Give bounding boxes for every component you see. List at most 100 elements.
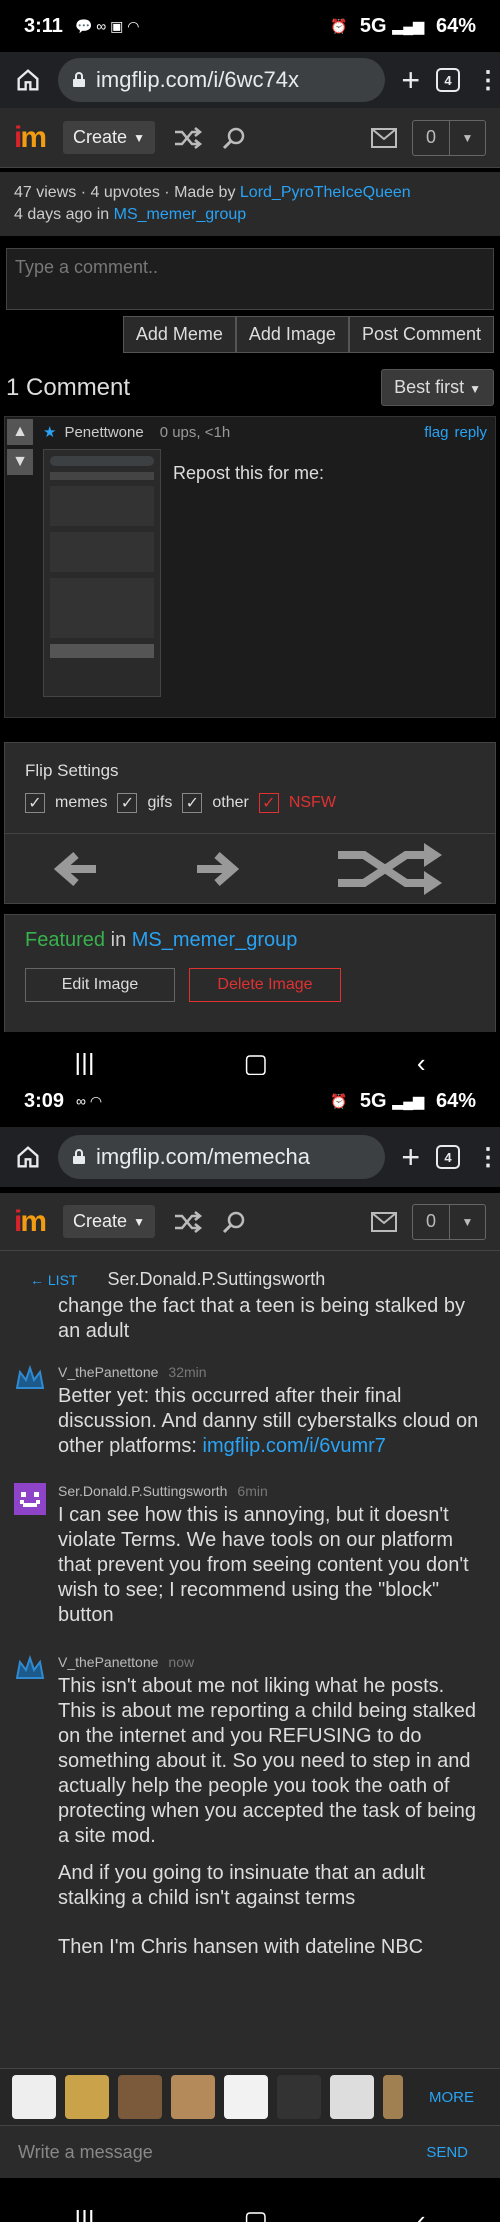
other-label: other xyxy=(212,794,249,811)
create-dropdown-2[interactable]: Create ▼ xyxy=(63,1205,155,1238)
url-field-2[interactable]: imgflip.com/memecha xyxy=(58,1135,386,1179)
previous-arrow-icon[interactable] xyxy=(53,851,98,886)
post-comment-button[interactable]: Post Comment xyxy=(348,316,494,353)
url-text: imgflip.com/i/6wc74x xyxy=(96,67,299,92)
flip-settings-panel: Flip Settings ✓ memes ✓ gifs ✓ other ✓ NSFW xyxy=(4,742,496,834)
add-meme-button[interactable]: Add Meme xyxy=(122,316,236,353)
tab-switcher-button-2[interactable]: 4 xyxy=(436,1145,460,1169)
crown-icon xyxy=(15,1654,45,1679)
upvotes-count: 4 upvotes xyxy=(90,184,160,201)
comment-screenshot-image[interactable] xyxy=(43,449,161,697)
caret-down-icon: ▼ xyxy=(449,120,485,155)
send-button[interactable]: SEND xyxy=(426,2144,468,2161)
gifs-checkbox[interactable]: ✓ xyxy=(117,793,138,813)
mail-icon[interactable] xyxy=(370,1211,398,1233)
create-label-2: Create xyxy=(73,1211,128,1231)
status-bar-2: 3:09 ∞ ◠ ⏰ 5G ▂▄▆ 64% xyxy=(0,1075,500,1127)
mail-icon[interactable] xyxy=(370,127,398,149)
author-link[interactable]: Lord_PyroTheIceQueen xyxy=(240,184,411,201)
search-icon[interactable] xyxy=(221,125,247,151)
meme-thumb-partial[interactable] xyxy=(383,2075,403,2119)
message-text: I can see how this is annoying, but it d… xyxy=(58,1504,469,1626)
meme-thumb-jesus[interactable] xyxy=(118,2075,162,2119)
message-time: 32min xyxy=(168,1364,207,1380)
home-icon[interactable] xyxy=(14,66,42,94)
message-time: 6min xyxy=(237,1483,268,1499)
message-user[interactable]: V_thePanettone xyxy=(58,1364,158,1380)
sort-dropdown[interactable]: Best first ▼ xyxy=(381,369,494,406)
featured-label: Featured xyxy=(25,929,106,951)
memes-checkbox[interactable]: ✓ xyxy=(25,793,45,813)
lock-icon xyxy=(73,1149,85,1164)
shuffle-icon[interactable] xyxy=(173,126,203,150)
more-button[interactable]: MORE xyxy=(429,2089,474,2106)
add-image-button[interactable]: Add Image xyxy=(235,316,349,353)
comment-input[interactable]: Type a comment.. xyxy=(6,248,494,310)
pixel-avatar-icon xyxy=(14,1483,46,1515)
notification-counter-2[interactable]: 0 ▼ xyxy=(412,1203,486,1240)
tab-switcher-button[interactable]: 4 xyxy=(436,68,460,92)
message-link[interactable]: imgflip.com/i/6vumr7 xyxy=(203,1435,386,1457)
delete-image-button[interactable]: Delete Image xyxy=(189,968,341,1002)
imgflip-logo[interactable]: im xyxy=(14,121,47,155)
url-field[interactable]: imgflip.com/i/6wc74x xyxy=(58,58,386,102)
search-icon[interactable] xyxy=(221,1209,247,1235)
meme-thumb-jesus-2[interactable] xyxy=(171,2075,215,2119)
create-dropdown[interactable]: Create ▼ xyxy=(63,121,155,154)
browser-toolbar-2: imgflip.com/memecha + 4 ⋮ xyxy=(0,1127,500,1187)
new-tab-icon[interactable]: + xyxy=(401,1141,420,1173)
meme-thumb-rage[interactable] xyxy=(224,2075,268,2119)
caret-down-icon: ▼ xyxy=(449,1204,485,1239)
notification-count: 0 xyxy=(425,127,436,147)
menu-dots-icon[interactable]: ⋮ xyxy=(476,1143,500,1172)
notification-counter[interactable]: 0 ▼ xyxy=(412,119,486,156)
recent-apps-icon[interactable]: ||| xyxy=(74,1048,94,1079)
comment-card: ▲ ▼ ★ Penettwone 0 ups, <1h flag reply R… xyxy=(4,416,496,718)
edit-image-button[interactable]: Edit Image xyxy=(25,968,175,1002)
message-time: now xyxy=(168,1654,195,1670)
views-count: 47 views xyxy=(14,184,77,201)
sort-label: Best first xyxy=(394,377,465,397)
menu-dots-icon[interactable]: ⋮ xyxy=(476,66,500,95)
imgflip-logo[interactable]: im xyxy=(14,1205,47,1239)
back-to-list-link[interactable]: ← LIST xyxy=(30,1272,77,1288)
network-label-2: 5G xyxy=(359,1089,387,1112)
flag-link[interactable]: flag xyxy=(424,424,448,441)
back-icon[interactable]: ‹ xyxy=(417,2205,426,2222)
next-arrow-icon[interactable] xyxy=(195,851,239,886)
battery-label: 64% xyxy=(435,14,476,37)
shuffle-icon[interactable] xyxy=(173,1210,203,1234)
signal-icon-2: ▂▄▆ xyxy=(392,1092,424,1109)
reply-link[interactable]: reply xyxy=(454,424,487,441)
site-navbar-2: im Create ▼ 0 ▼ xyxy=(0,1193,500,1251)
age-label: 4 days ago in xyxy=(14,206,110,223)
notification-count-2: 0 xyxy=(425,1211,436,1231)
home-button-icon[interactable]: ▢ xyxy=(244,1048,269,1079)
meme-thumb-cat[interactable] xyxy=(65,2075,109,2119)
message-user[interactable]: Ser.Donald.P.Suttingsworth xyxy=(58,1483,227,1499)
random-shuffle-icon[interactable] xyxy=(336,841,446,897)
home-button-icon[interactable]: ▢ xyxy=(244,2205,269,2222)
featured-panel: Featured in MS_memer_group Edit Image De… xyxy=(4,914,496,1032)
new-tab-icon[interactable]: + xyxy=(401,64,420,96)
stream-link[interactable]: MS_memer_group xyxy=(114,206,247,223)
truncated-message: change the fact that a teen is being sta… xyxy=(58,1295,465,1338)
message-input[interactable]: Write a message SEND xyxy=(0,2127,500,2178)
meme-thumb-okay[interactable] xyxy=(330,2075,374,2119)
other-checkbox[interactable]: ✓ xyxy=(182,793,203,813)
back-icon[interactable]: ‹ xyxy=(417,1048,426,1079)
system-nav-bar-2: ||| ▢ ‹ xyxy=(0,2178,500,2222)
home-icon[interactable] xyxy=(14,1143,42,1171)
meme-thumb-derp[interactable] xyxy=(12,2075,56,2119)
upvote-arrow-icon[interactable]: ▲ xyxy=(7,419,33,445)
nsfw-checkbox[interactable]: ✓ xyxy=(258,793,279,813)
chat-message: Ser.Donald.P.Suttingsworth 6min I can see… xyxy=(0,1483,500,1628)
meme-thumb-dark[interactable] xyxy=(277,2075,321,2119)
featured-stream-link[interactable]: MS_memer_group xyxy=(132,929,298,951)
memes-label: memes xyxy=(55,794,108,811)
recent-apps-icon[interactable]: ||| xyxy=(74,2205,94,2222)
message-user[interactable]: V_thePanettone xyxy=(58,1654,158,1670)
comment-user[interactable]: Penettwone xyxy=(64,424,143,441)
downvote-arrow-icon[interactable]: ▼ xyxy=(7,449,33,475)
signal-icon: ▂▄▆ xyxy=(392,17,424,34)
